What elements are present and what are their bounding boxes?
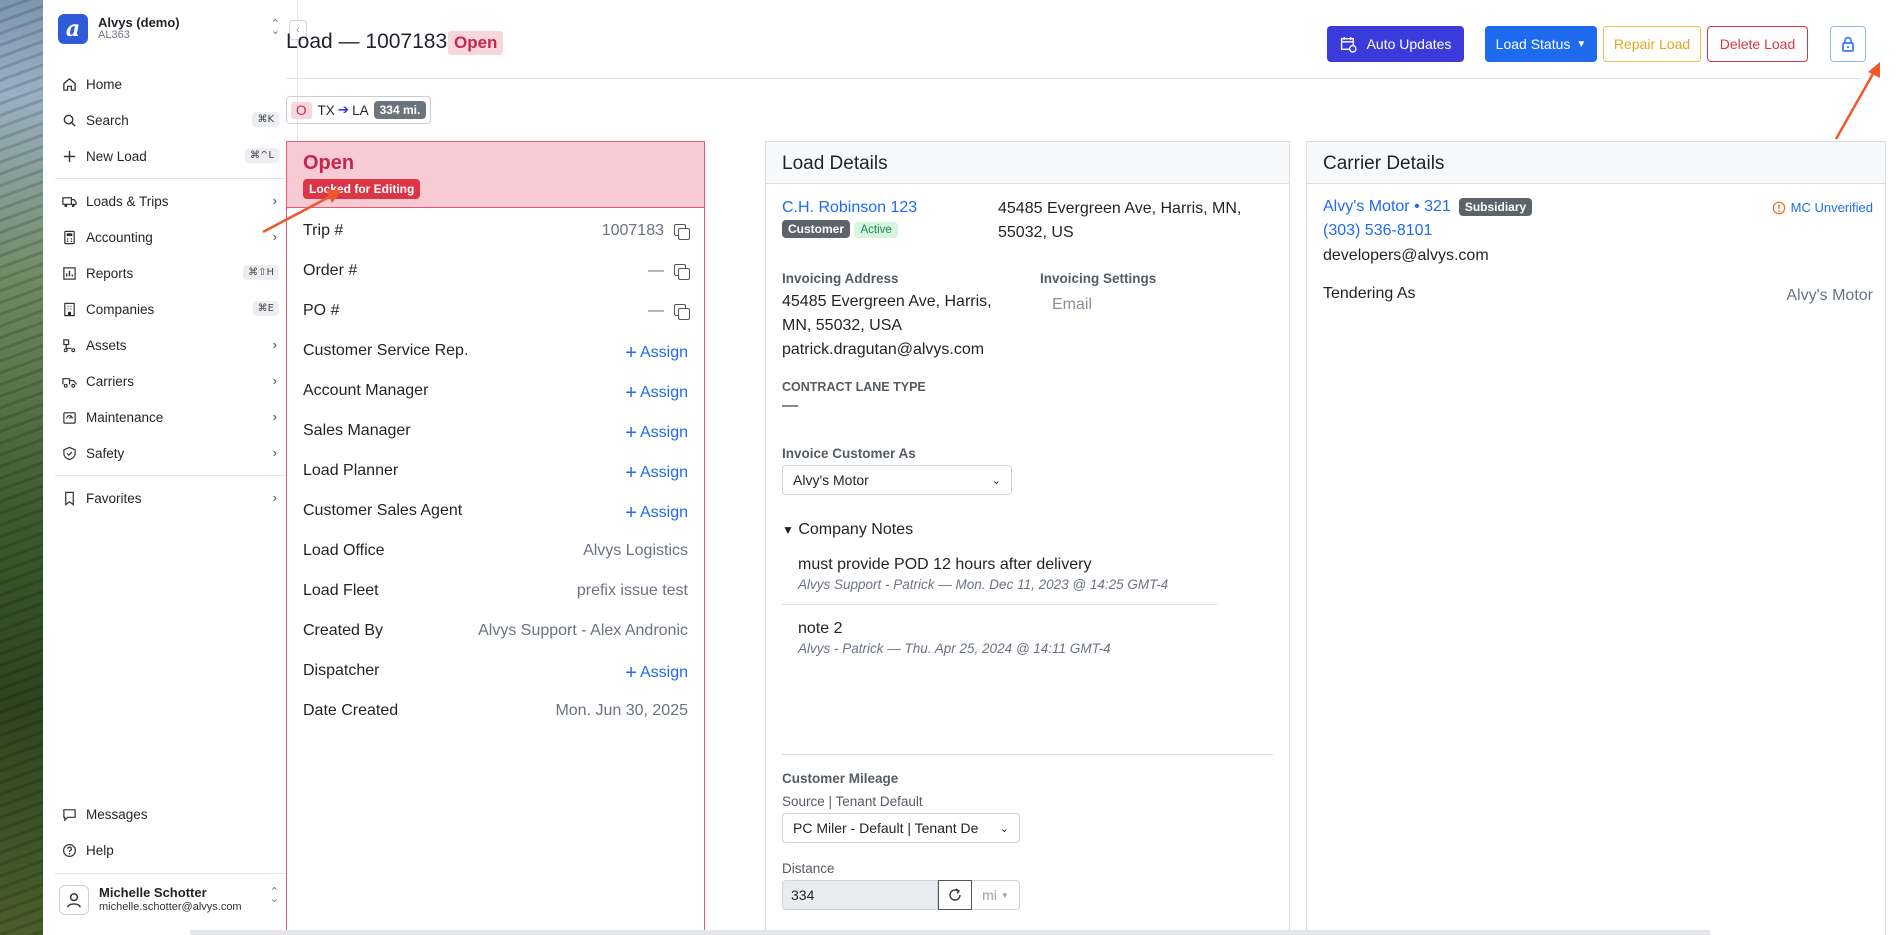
annotation-arrow	[1834, 62, 1880, 140]
horizontal-scrollbar[interactable]	[190, 930, 1710, 935]
annotation-arrow	[262, 190, 342, 234]
annotation-overlay	[262, 62, 1880, 234]
